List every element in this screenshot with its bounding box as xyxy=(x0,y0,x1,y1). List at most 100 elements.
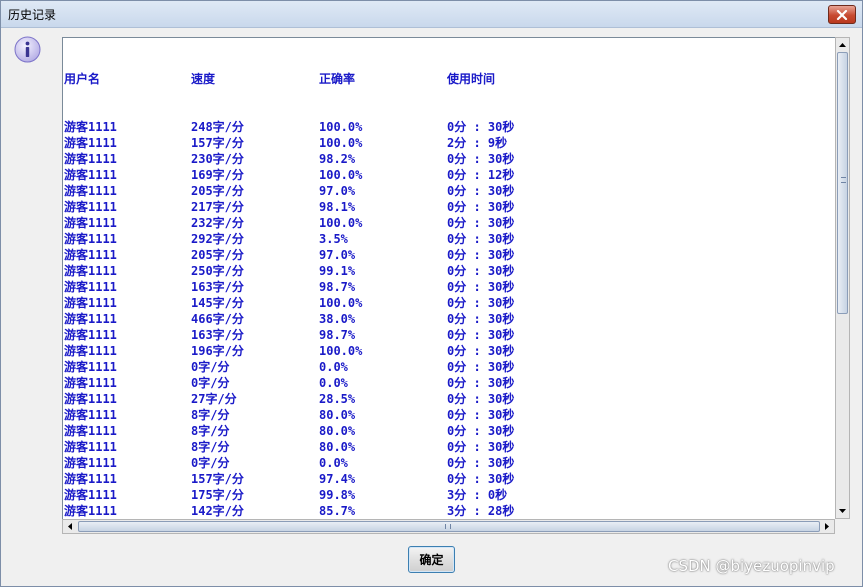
cell-accuracy: 80.0% xyxy=(319,408,356,422)
table-row: 游客1111 292字/分 3.5% 0分 : 30秒 xyxy=(64,231,834,247)
cell-username: 游客1111 xyxy=(64,344,117,358)
header-username: 用户名 xyxy=(64,72,101,86)
cell-username: 游客1111 xyxy=(64,376,117,390)
cell-time-used: 0分 : 30秒 xyxy=(447,360,515,374)
table-row: 游客1111 0字/分 0.0% 0分 : 30秒 xyxy=(64,455,834,471)
table-row: 游客1111 205字/分 97.0% 0分 : 30秒 xyxy=(64,183,834,199)
scroll-corner xyxy=(835,519,850,534)
cell-username: 游客1111 xyxy=(64,280,117,294)
title-bar[interactable]: 历史记录 xyxy=(1,1,862,28)
cell-username: 游客1111 xyxy=(64,152,117,166)
cell-username: 游客1111 xyxy=(64,488,117,502)
header-speed: 速度 xyxy=(191,72,216,86)
cell-accuracy: 100.0% xyxy=(319,344,363,358)
horizontal-scroll-thumb[interactable] xyxy=(78,521,820,532)
table-row: 游客1111 0字/分 0.0% 0分 : 30秒 xyxy=(64,359,834,375)
cell-username: 游客1111 xyxy=(64,360,117,374)
header-row: 用户名 速度 正确率 使用时间 xyxy=(64,71,834,87)
cell-username: 游客1111 xyxy=(64,328,117,342)
cell-time-used: 0分 : 30秒 xyxy=(447,296,515,310)
header-accuracy: 正确率 xyxy=(319,72,356,86)
cell-username: 游客1111 xyxy=(64,248,117,262)
cell-accuracy: 100.0% xyxy=(319,216,363,230)
cell-speed: 0字/分 xyxy=(191,376,230,390)
table-row: 游客1111 157字/分 97.4% 0分 : 30秒 xyxy=(64,471,834,487)
cell-username: 游客1111 xyxy=(64,296,117,310)
history-table: 用户名 速度 正确率 使用时间 游客1111 248字/分 100.0% 0分 : 3… xyxy=(64,39,834,520)
history-textarea[interactable]: 用户名 速度 正确率 使用时间 游客1111 248字/分 100.0% 0分 : 3… xyxy=(62,37,837,521)
cell-accuracy: 85.7% xyxy=(319,504,356,518)
cell-username: 游客1111 xyxy=(64,504,117,518)
cell-time-used: 0分 : 30秒 xyxy=(447,376,515,390)
table-row: 游客1111 196字/分 100.0% 0分 : 30秒 xyxy=(64,343,834,359)
cell-speed: 292字/分 xyxy=(191,232,244,246)
cell-speed: 175字/分 xyxy=(191,488,244,502)
cell-accuracy: 38.0% xyxy=(319,312,356,326)
vertical-scroll-thumb[interactable] xyxy=(837,52,848,314)
cell-accuracy: 98.1% xyxy=(319,200,356,214)
cell-accuracy: 3.5% xyxy=(319,232,348,246)
cell-time-used: 0分 : 30秒 xyxy=(447,328,515,342)
watermark: CSDN @biyezuopinvip xyxy=(668,557,835,575)
cell-time-used: 3分 : 0秒 xyxy=(447,488,508,502)
arrow-down-icon xyxy=(839,509,846,513)
ok-button[interactable]: 确定 xyxy=(408,546,455,573)
cell-accuracy: 0.0% xyxy=(319,360,348,374)
table-row: 游客1111 8字/分 80.0% 0分 : 30秒 xyxy=(64,407,834,423)
scroll-left-button[interactable] xyxy=(63,520,77,533)
arrow-left-icon xyxy=(68,523,72,530)
horizontal-scrollbar[interactable] xyxy=(62,519,835,534)
close-button[interactable] xyxy=(828,5,856,24)
cell-time-used: 0分 : 30秒 xyxy=(447,120,515,134)
cell-speed: 250字/分 xyxy=(191,264,244,278)
cell-time-used: 0分 : 30秒 xyxy=(447,344,515,358)
scroll-down-button[interactable] xyxy=(836,504,849,518)
grip-icon xyxy=(841,177,846,183)
cell-time-used: 0分 : 30秒 xyxy=(447,232,515,246)
cell-time-used: 0分 : 12秒 xyxy=(447,168,515,182)
cell-speed: 8字/分 xyxy=(191,424,230,438)
cell-username: 游客1111 xyxy=(64,424,117,438)
cell-username: 游客1111 xyxy=(64,472,117,486)
cell-time-used: 0分 : 30秒 xyxy=(447,456,515,470)
cell-time-used: 0分 : 30秒 xyxy=(447,264,515,278)
cell-accuracy: 100.0% xyxy=(319,168,363,182)
cell-speed: 0字/分 xyxy=(191,360,230,374)
cell-username: 游客1111 xyxy=(64,184,117,198)
table-row: 游客1111 8字/分 80.0% 0分 : 30秒 xyxy=(64,423,834,439)
cell-time-used: 0分 : 30秒 xyxy=(447,184,515,198)
cell-accuracy: 100.0% xyxy=(319,136,363,150)
cell-speed: 8字/分 xyxy=(191,408,230,422)
cell-speed: 232字/分 xyxy=(191,216,244,230)
cell-speed: 145字/分 xyxy=(191,296,244,310)
cell-username: 游客1111 xyxy=(64,312,117,326)
cell-speed: 157字/分 xyxy=(191,472,244,486)
scroll-up-button[interactable] xyxy=(836,38,849,52)
table-row: 游客1111 175字/分 99.8% 3分 : 0秒 xyxy=(64,487,834,503)
cell-accuracy: 97.0% xyxy=(319,248,356,262)
close-icon xyxy=(836,9,848,20)
window-title: 历史记录 xyxy=(8,8,57,22)
scroll-right-button[interactable] xyxy=(820,520,834,533)
cell-accuracy: 99.8% xyxy=(319,488,356,502)
cell-time-used: 0分 : 30秒 xyxy=(447,408,515,422)
table-row: 游客1111 163字/分 98.7% 0分 : 30秒 xyxy=(64,327,834,343)
cell-speed: 230字/分 xyxy=(191,152,244,166)
table-row: 游客1111 466字/分 38.0% 0分 : 30秒 xyxy=(64,311,834,327)
cell-time-used: 0分 : 30秒 xyxy=(447,216,515,230)
cell-time-used: 2分 : 9秒 xyxy=(447,136,508,150)
cell-time-used: 0分 : 30秒 xyxy=(447,248,515,262)
cell-accuracy: 100.0% xyxy=(319,296,363,310)
cell-username: 游客1111 xyxy=(64,456,117,470)
cell-time-used: 0分 : 30秒 xyxy=(447,200,515,214)
cell-speed: 163字/分 xyxy=(191,280,244,294)
cell-speed: 8字/分 xyxy=(191,440,230,454)
cell-accuracy: 98.7% xyxy=(319,280,356,294)
cell-username: 游客1111 xyxy=(64,216,117,230)
header-time-used: 使用时间 xyxy=(447,72,496,86)
cell-time-used: 0分 : 30秒 xyxy=(447,312,515,326)
cell-accuracy: 97.0% xyxy=(319,184,356,198)
vertical-scrollbar[interactable] xyxy=(835,37,850,519)
cell-time-used: 0分 : 30秒 xyxy=(447,392,515,406)
cell-accuracy: 98.2% xyxy=(319,152,356,166)
